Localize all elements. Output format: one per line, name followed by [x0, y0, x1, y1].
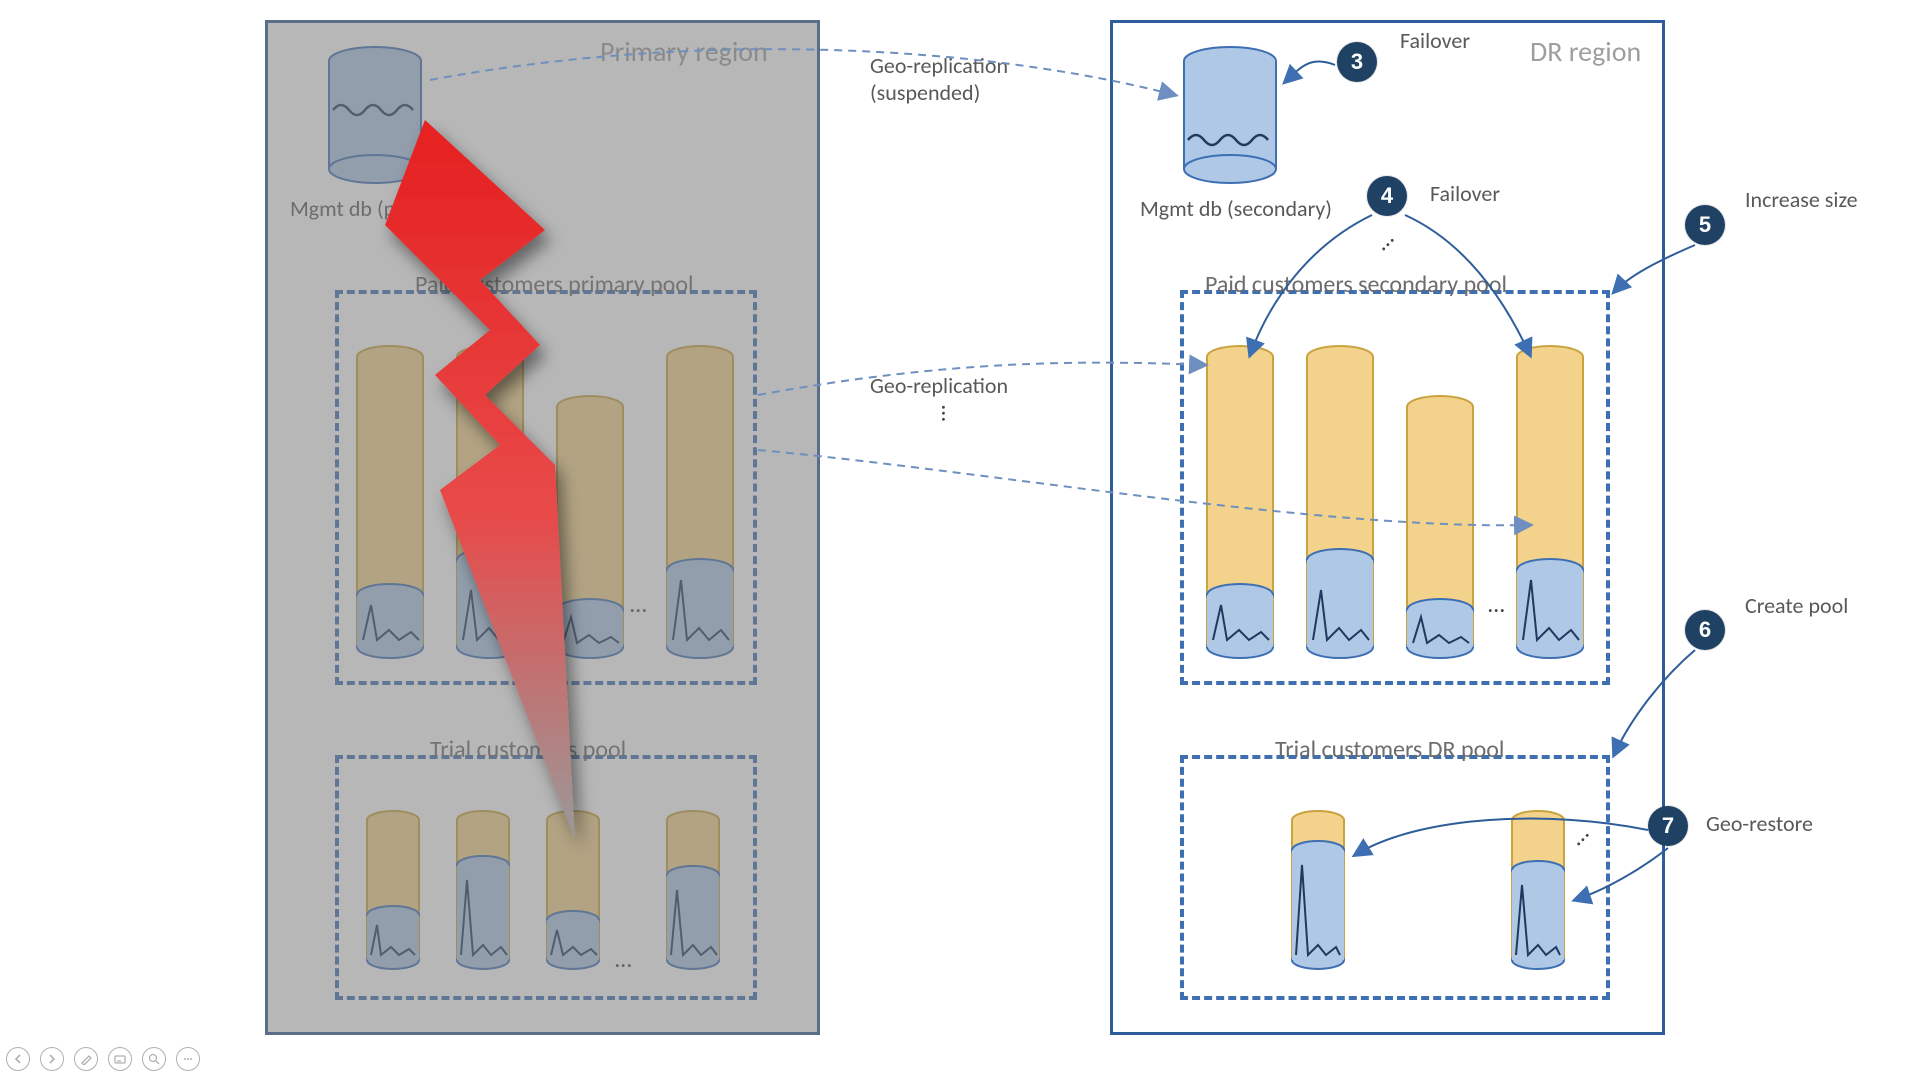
step-3-badge: 3 [1337, 42, 1377, 82]
dr-paid-pool-label: Paid customers secondary pool [1205, 270, 1507, 299]
primary-region-title: Primary region [600, 34, 768, 69]
subtitles-button[interactable] [108, 1047, 132, 1071]
dr-paid-dots: … [1488, 590, 1507, 619]
more-options-button[interactable] [176, 1047, 200, 1071]
pen-tool-button[interactable] [74, 1047, 98, 1071]
step-3-label: Failover [1400, 27, 1470, 54]
mgmt-db-secondary [1180, 45, 1280, 191]
primary-trial-dots: … [615, 945, 634, 974]
step-6-label: Create pool [1745, 592, 1848, 619]
dr-region-title: DR region [1530, 34, 1641, 69]
geo-rep-label: Geo-replication [870, 372, 1008, 399]
step-7-label: Geo-restore [1706, 810, 1813, 837]
step-4-label: Failover [1430, 180, 1500, 207]
presenter-controls [6, 1047, 200, 1071]
step-5-label: Increase size [1745, 186, 1858, 213]
prev-slide-button[interactable] [6, 1047, 30, 1071]
zoom-button[interactable] [142, 1047, 166, 1071]
geo-rep-suspended-label: Geo-replication (suspended) [870, 52, 1008, 106]
mgmt-db-secondary-label: Mgmt db (secondary) [1140, 195, 1332, 222]
dr-trial-cylinders [1290, 805, 1590, 991]
lightning-icon [325, 120, 645, 860]
next-slide-button[interactable] [40, 1047, 64, 1071]
step-6-badge: 6 [1685, 610, 1725, 650]
step-7-badge: 7 [1648, 806, 1688, 846]
step-5-badge: 5 [1685, 205, 1725, 245]
dr-paid-cylinders [1205, 340, 1605, 676]
geo-rep-vertical-dots: … [935, 405, 964, 424]
step-4-badge: 4 [1367, 176, 1407, 216]
dr-trial-pool-label: Trial customers DR pool [1275, 735, 1504, 764]
